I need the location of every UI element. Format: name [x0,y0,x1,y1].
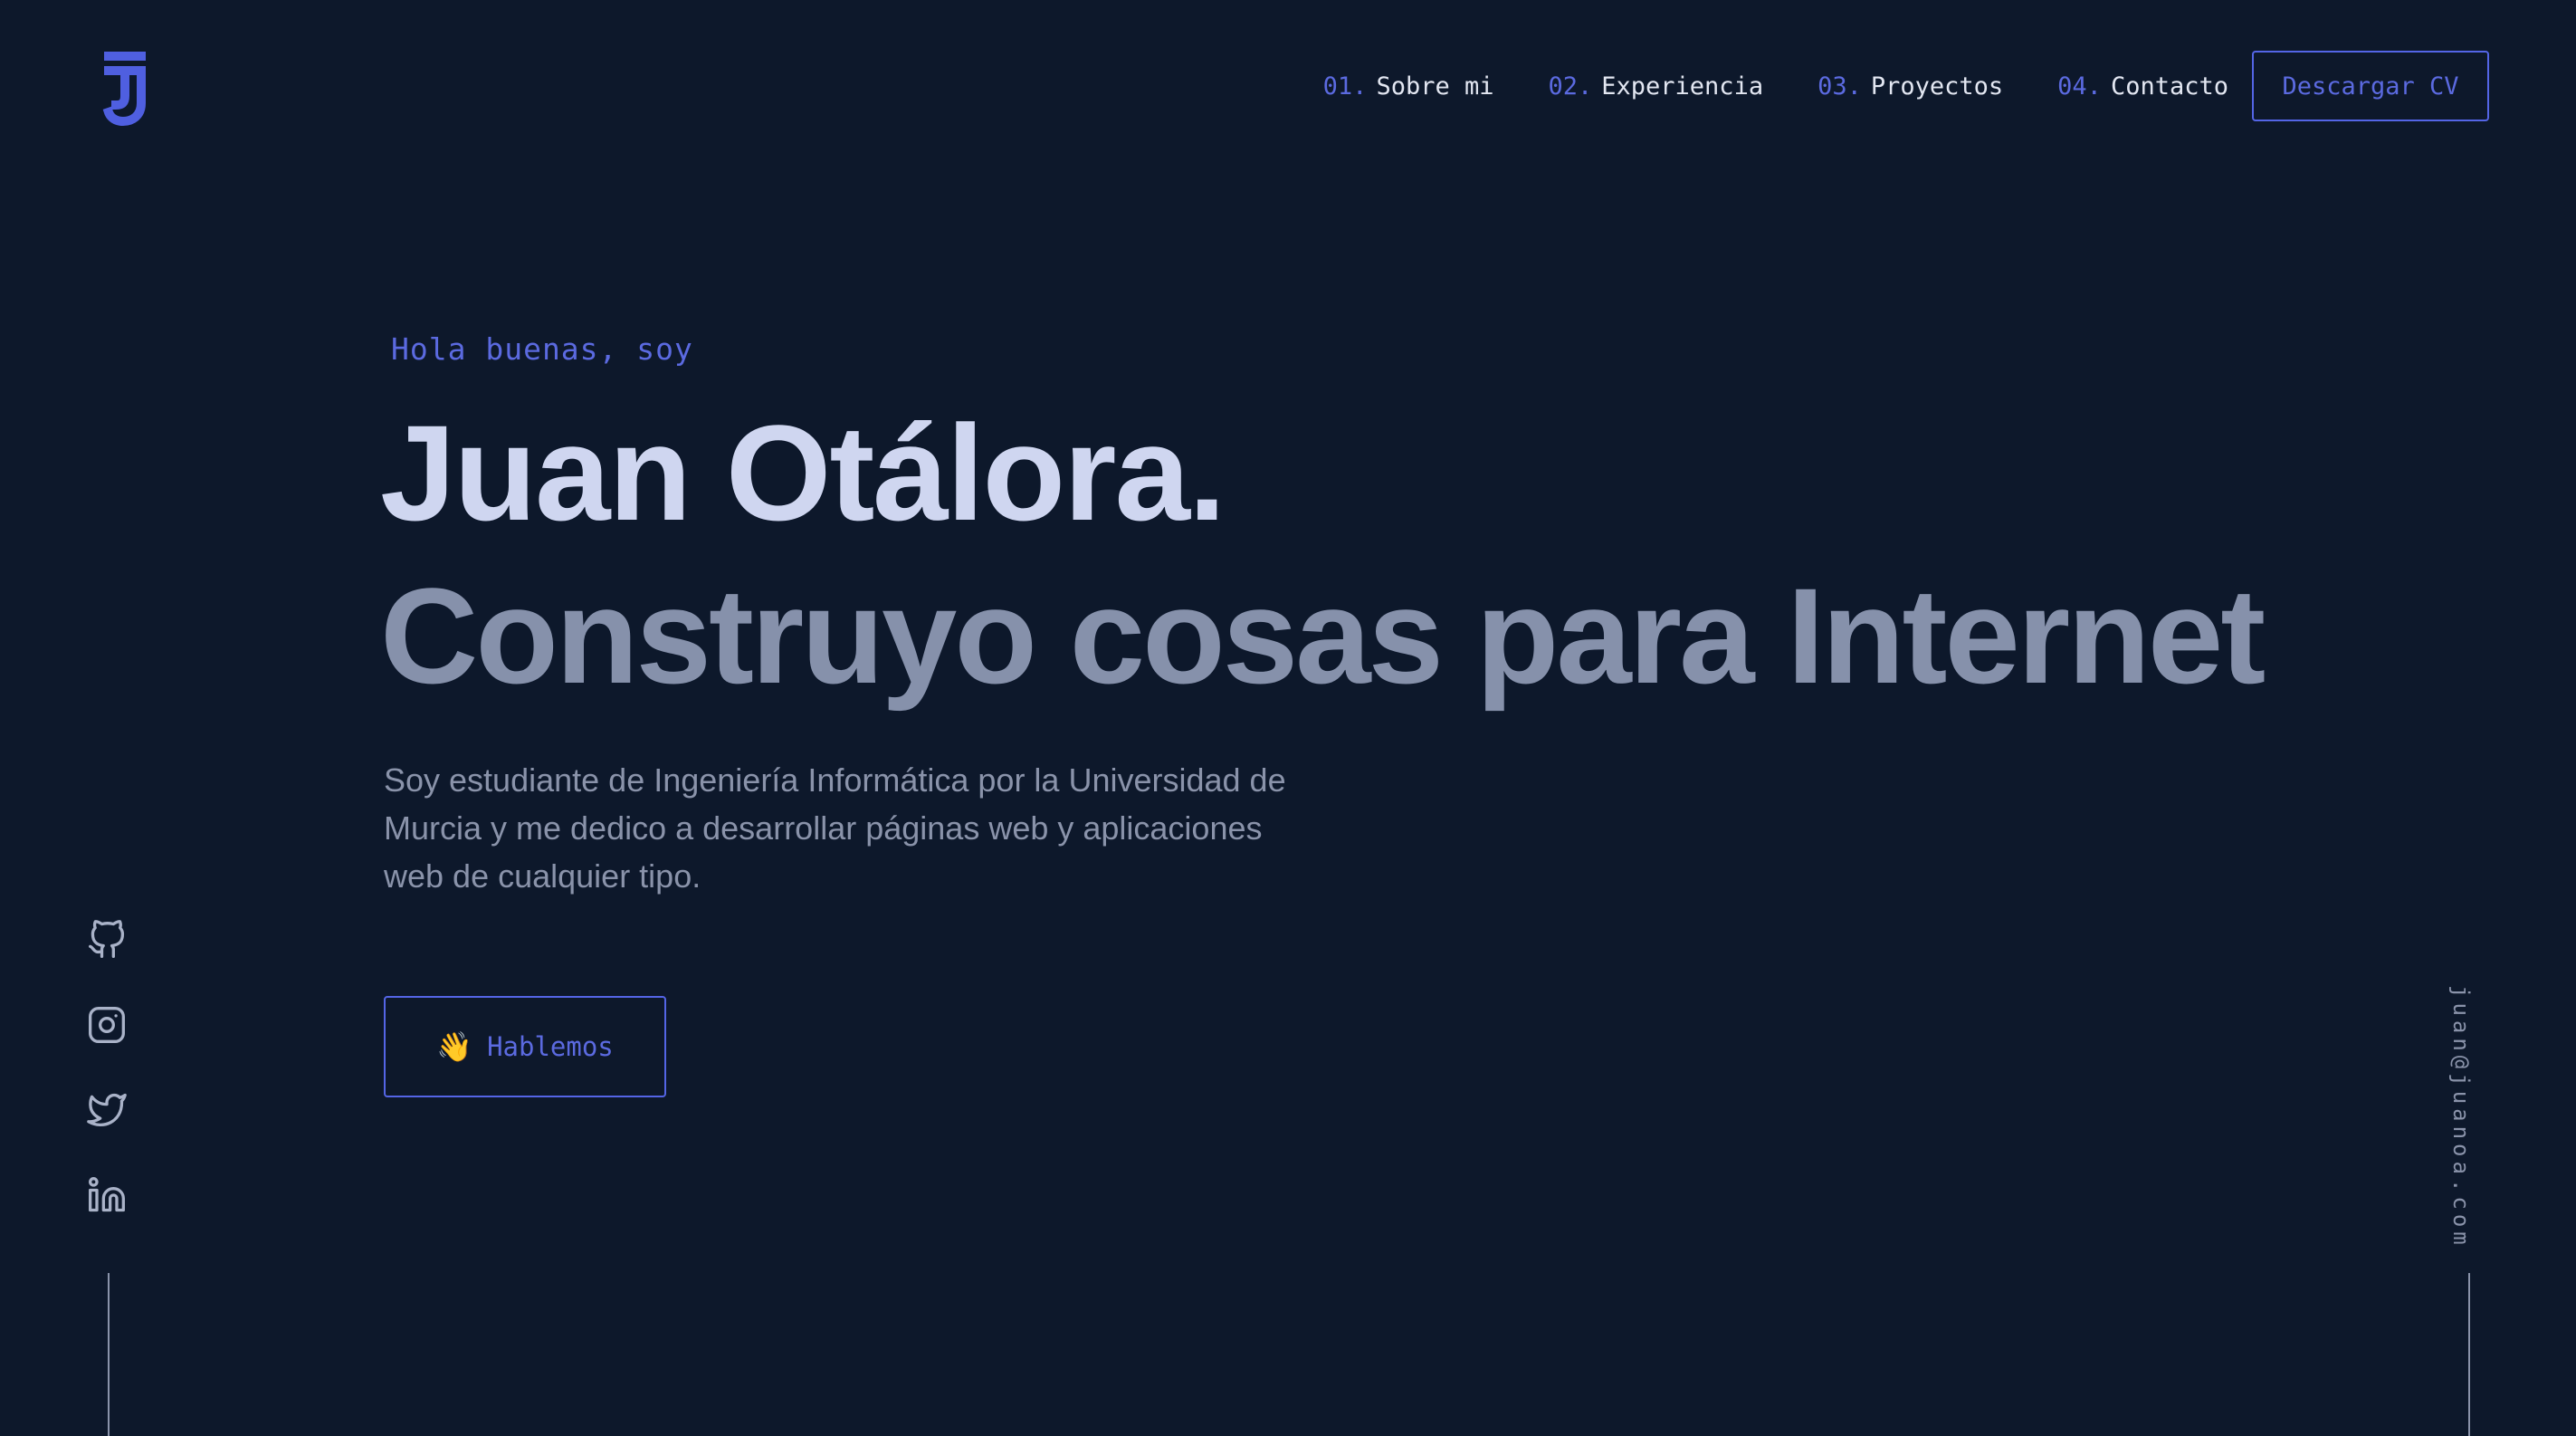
instagram-link[interactable] [87,1005,127,1045]
right-vertical-divider [2468,1273,2470,1436]
nav-item-label: Experiencia [1601,72,1764,101]
hero-description: Soy estudiante de Ingeniería Informática… [384,761,1286,895]
nav-item-number: 04. [2057,72,2102,101]
logo[interactable] [101,45,156,129]
nav-item-experiencia[interactable]: 02. Experiencia [1548,72,1763,101]
github-link[interactable] [87,920,127,960]
nav-item-number: 01. [1322,72,1368,101]
nav-item-label: Sobre mi [1376,72,1494,101]
nav-item-contacto[interactable]: 04. Contacto [2057,72,2228,101]
instagram-icon [89,1007,125,1043]
email-link[interactable]: juan@juanoa.com [2448,985,2474,1249]
nav-item-number: 02. [1548,72,1593,101]
linkedin-link[interactable] [87,1175,127,1215]
jj-monogram-logo-icon [102,52,146,127]
hablemos-button[interactable]: 👋 Hablemos [384,996,666,1097]
waving-hand-icon: 👋 [436,1029,473,1064]
linkedin-icon [89,1177,125,1212]
nav-item-proyectos[interactable]: 03. Proyectos [1818,72,2003,101]
left-vertical-divider [108,1273,110,1436]
nav-item-number: 03. [1818,72,1862,101]
nav-item-label: Contacto [2110,72,2228,101]
social-links [87,920,127,1215]
hero-tagline: Construyo cosas para Internet [380,560,2266,712]
hablemos-button-label: Hablemos [487,1031,614,1062]
twitter-icon [87,1093,127,1127]
github-icon [89,920,125,958]
hero-name: Juan Otálora. [380,397,1226,549]
main-nav: 01. Sobre mi 02. Experiencia 03. Proyectos … [1323,72,2228,101]
twitter-link[interactable] [87,1090,127,1130]
nav-item-label: Proyectos [1870,72,2004,101]
download-cv-button[interactable]: Descargar CV [2252,51,2489,121]
hero-greeting: Hola buenas, soy [391,331,693,367]
nav-item-sobre-mi[interactable]: 01. Sobre mi [1323,72,1494,101]
